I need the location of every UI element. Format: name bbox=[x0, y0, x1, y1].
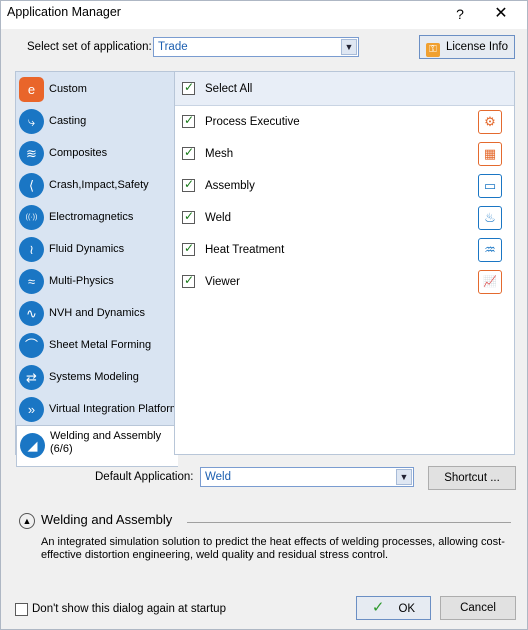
sidebar-item-composites[interactable]: ≋ Composites bbox=[16, 137, 176, 169]
list-item-viewer[interactable]: Viewer 📈 bbox=[175, 266, 514, 298]
sidebar-item-label: Electromagnetics bbox=[49, 211, 134, 223]
sidebar-item-label: Casting bbox=[49, 115, 87, 127]
custom-icon: e bbox=[19, 77, 44, 102]
application-set-dropdown[interactable]: Trade ▼ bbox=[153, 37, 359, 57]
heat-treatment-checkbox[interactable] bbox=[182, 241, 195, 256]
default-application-label: Default Application: bbox=[95, 471, 194, 483]
weld-icon: ♨ bbox=[478, 206, 502, 230]
check-icon: ✓ bbox=[371, 599, 385, 616]
list-item-label: Mesh bbox=[205, 148, 234, 160]
ok-label: OK bbox=[398, 603, 416, 615]
assembly-checkbox[interactable] bbox=[182, 177, 195, 192]
list-item-label: Heat Treatment bbox=[205, 244, 285, 256]
default-application-dropdown[interactable]: Weld ▼ bbox=[200, 467, 414, 487]
mesh-icon: ▦ bbox=[478, 142, 502, 166]
weld-checkbox[interactable] bbox=[182, 209, 195, 224]
sidebar-item-crash-impact-safety[interactable]: ⟨ Crash,Impact,Safety bbox=[16, 169, 176, 201]
default-application-value: Weld bbox=[205, 471, 231, 483]
sidebar-item-casting[interactable]: ⤷ Casting bbox=[16, 105, 176, 137]
sidebar-item-multi-physics[interactable]: ≈ Multi-Physics bbox=[16, 265, 176, 297]
key-icon: ⚿ bbox=[425, 43, 440, 57]
list-item-label: Assembly bbox=[205, 180, 255, 192]
shortcut-button[interactable]: Shortcut ... bbox=[428, 466, 516, 490]
viewer-checkbox[interactable] bbox=[182, 273, 195, 288]
viewer-icon: 📈 bbox=[478, 270, 502, 294]
sidebar-item-label: Multi-Physics bbox=[49, 275, 114, 287]
sidebar-item-label: Virtual Integration Platform bbox=[49, 403, 180, 415]
heat-treatment-icon: ♒ bbox=[478, 238, 502, 262]
list-item-assembly[interactable]: Assembly ▭ bbox=[175, 170, 514, 202]
composites-icon: ≋ bbox=[19, 141, 44, 166]
dont-show-label: Don't show this dialog again at startup bbox=[32, 603, 226, 615]
sidebar-item-label: NVH and Dynamics bbox=[49, 307, 145, 319]
sidebar-item-label: Systems Modeling bbox=[49, 371, 139, 383]
sidebar-item-label: Custom bbox=[49, 83, 87, 95]
section-divider bbox=[187, 522, 511, 523]
process-executive-checkbox[interactable] bbox=[182, 113, 195, 128]
select-all-checkbox[interactable] bbox=[182, 80, 195, 95]
window-title: Application Manager bbox=[7, 5, 121, 19]
sidebar-item-systems-modeling[interactable]: ⇄ Systems Modeling bbox=[16, 361, 176, 393]
category-sidebar: e Custom ⤷ Casting ≋ Composites ⟨ Crash,… bbox=[15, 71, 180, 467]
process-executive-icon: ⚙ bbox=[478, 110, 502, 134]
application-manager-window: Application Manager ? ✕ Select set of ap… bbox=[0, 0, 528, 630]
list-item-heat-treatment[interactable]: Heat Treatment ♒ bbox=[175, 234, 514, 266]
multi-physics-icon: ≈ bbox=[19, 269, 44, 294]
list-item-process-executive[interactable]: Process Executive ⚙ bbox=[175, 106, 514, 138]
sidebar-item-label: Fluid Dynamics bbox=[49, 243, 125, 255]
list-item-label: Viewer bbox=[205, 276, 240, 288]
sheet-metal-icon: ⌒ bbox=[19, 333, 44, 358]
chevron-down-icon[interactable]: ▼ bbox=[396, 469, 412, 485]
select-all-row[interactable]: Select All bbox=[175, 72, 514, 106]
virtual-integration-icon: » bbox=[19, 397, 44, 422]
sidebar-item-custom[interactable]: e Custom bbox=[16, 73, 176, 105]
sidebar-item-nvh-and-dynamics[interactable]: ∿ NVH and Dynamics bbox=[16, 297, 176, 329]
collapse-chevron-icon[interactable]: ▲ bbox=[19, 513, 35, 529]
crash-icon: ⟨ bbox=[19, 173, 44, 198]
dont-show-checkbox[interactable] bbox=[15, 603, 28, 616]
cancel-button[interactable]: Cancel bbox=[440, 596, 516, 620]
license-info-label: License Info bbox=[445, 41, 508, 53]
chevron-down-icon[interactable]: ▼ bbox=[341, 39, 357, 55]
ok-button[interactable]: ✓ OK bbox=[356, 596, 431, 620]
list-item-weld[interactable]: Weld ♨ bbox=[175, 202, 514, 234]
systems-modeling-icon: ⇄ bbox=[19, 365, 44, 390]
close-button[interactable]: ✕ bbox=[487, 3, 515, 25]
nvh-icon: ∿ bbox=[19, 301, 44, 326]
help-button[interactable]: ? bbox=[449, 3, 471, 25]
select-set-label: Select set of application: bbox=[27, 41, 152, 53]
list-item-label: Weld bbox=[205, 212, 231, 224]
list-item-mesh[interactable]: Mesh ▦ bbox=[175, 138, 514, 170]
fluid-dynamics-icon: ≀ bbox=[19, 237, 44, 262]
sidebar-item-virtual-integration-platform[interactable]: » Virtual Integration Platform bbox=[16, 393, 180, 425]
application-list-panel: Select All Process Executive ⚙ Mesh ▦ As… bbox=[174, 71, 515, 455]
application-set-value: Trade bbox=[158, 41, 188, 53]
list-item-label: Process Executive bbox=[205, 116, 300, 128]
sidebar-item-label: Crash,Impact,Safety bbox=[49, 179, 149, 191]
sidebar-item-welding-and-assembly[interactable]: ◢ Welding and Assembly (6/6) bbox=[16, 425, 178, 467]
sidebar-item-count: (6/6) bbox=[50, 443, 73, 455]
mesh-checkbox[interactable] bbox=[182, 145, 195, 160]
electromagnetics-icon: ((·)) bbox=[19, 205, 44, 230]
section-title: Welding and Assembly bbox=[41, 512, 173, 527]
sidebar-item-fluid-dynamics[interactable]: ≀ Fluid Dynamics bbox=[16, 233, 176, 265]
section-description: An integrated simulation solution to pre… bbox=[41, 536, 505, 561]
sidebar-item-label: Composites bbox=[49, 147, 108, 159]
sidebar-item-electromagnetics[interactable]: ((·)) Electromagnetics bbox=[16, 201, 176, 233]
license-info-button[interactable]: ⚿ License Info bbox=[419, 35, 515, 59]
sidebar-item-sheet-metal-forming[interactable]: ⌒ Sheet Metal Forming bbox=[16, 329, 176, 361]
welding-assembly-icon: ◢ bbox=[20, 433, 45, 458]
sidebar-item-label-line1: Welding and Assembly bbox=[50, 430, 162, 442]
assembly-icon: ▭ bbox=[478, 174, 502, 198]
sidebar-item-label: Welding and Assembly (6/6) bbox=[50, 430, 161, 456]
casting-icon: ⤷ bbox=[19, 109, 44, 134]
sidebar-item-label: Sheet Metal Forming bbox=[49, 339, 152, 351]
title-bar: Application Manager ? ✕ bbox=[1, 1, 527, 29]
select-all-label: Select All bbox=[205, 83, 253, 95]
